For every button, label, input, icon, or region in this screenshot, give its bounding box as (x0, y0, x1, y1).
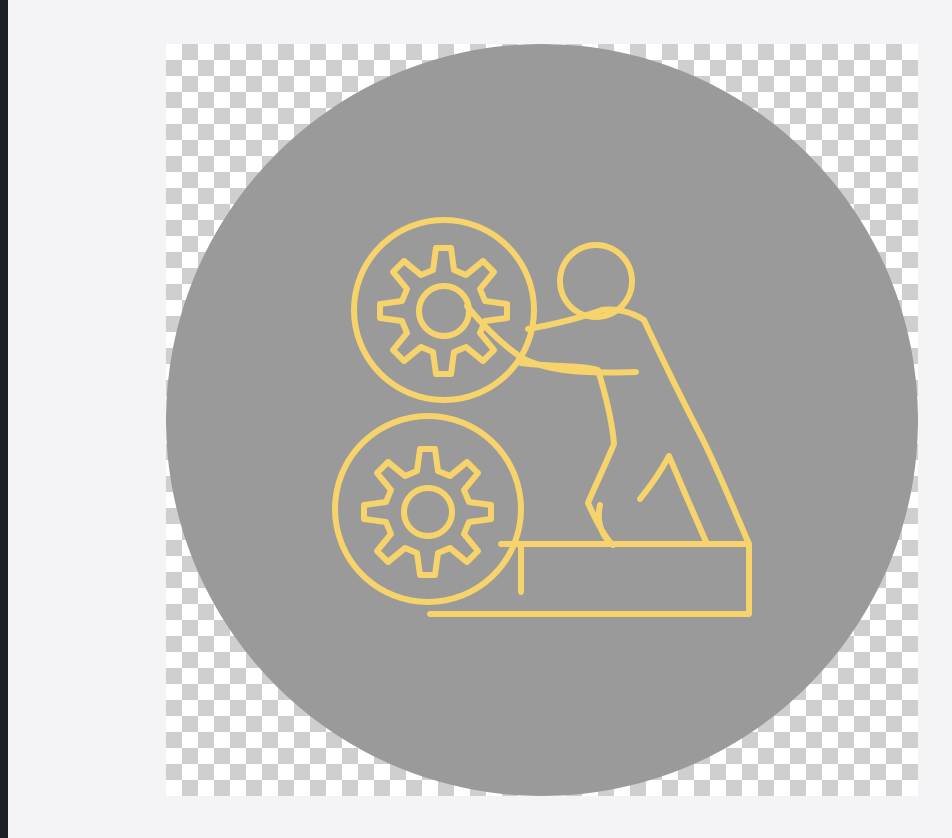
window-left-edge (0, 0, 8, 838)
gray-background-circle (166, 44, 918, 796)
gear-worker-icon-image[interactable] (166, 44, 918, 796)
canvas-workspace (8, 0, 952, 838)
transparent-image-preview[interactable] (166, 44, 918, 796)
